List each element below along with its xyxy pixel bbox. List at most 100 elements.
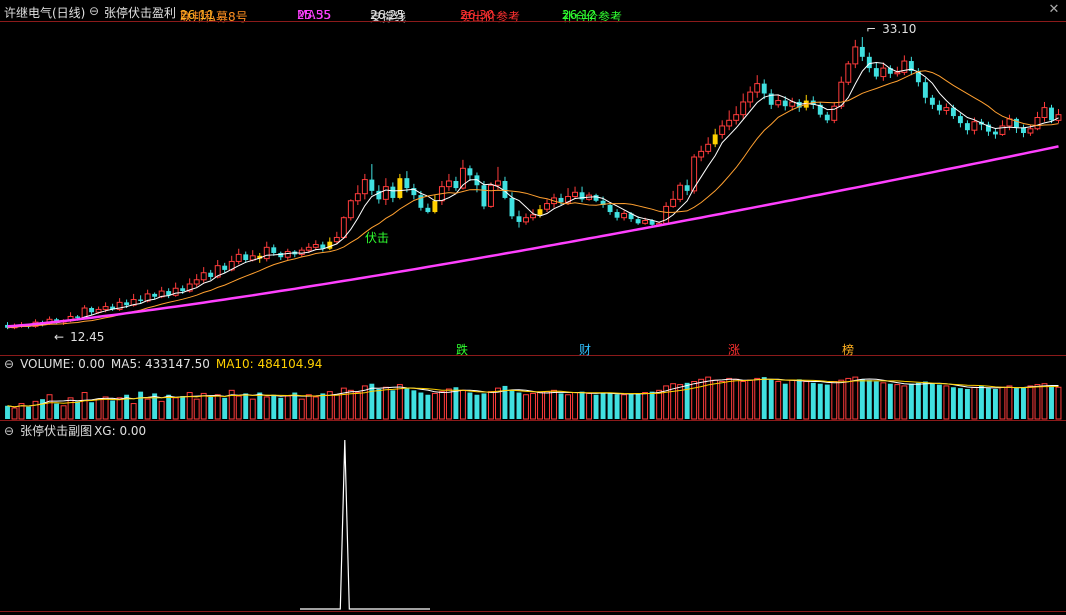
- candle-body: [719, 125, 726, 135]
- volume-bar: [235, 395, 242, 420]
- volume-bar: [642, 392, 649, 420]
- volume-bar: [488, 391, 494, 420]
- volume-bar: [130, 403, 137, 420]
- candle-body: [992, 131, 998, 135]
- volume-bar: [684, 382, 690, 419]
- volume-bar: [67, 397, 74, 420]
- candle-body: [971, 121, 978, 131]
- volume-bar: [200, 392, 207, 420]
- candle-body: [943, 107, 950, 111]
- candle-body: [929, 97, 935, 105]
- candle-body: [635, 219, 641, 224]
- candle-body: [866, 56, 872, 69]
- volume-bar: [158, 400, 165, 420]
- signal-label: 伏击: [365, 229, 395, 246]
- volume-bar: [635, 393, 641, 419]
- candle-body: [284, 251, 291, 258]
- volume-bar: [782, 383, 788, 419]
- candle-body: [733, 114, 740, 121]
- candle-body: [75, 316, 81, 318]
- candle-body: [677, 184, 684, 200]
- volume-bar: [425, 394, 431, 419]
- volume-bar: [312, 396, 319, 420]
- volume-bar: [382, 386, 389, 420]
- volume-bar: [887, 383, 893, 419]
- volume-icon[interactable]: ⊖: [4, 357, 14, 371]
- volume-bar: [172, 397, 179, 420]
- volume-bar: [789, 379, 796, 420]
- volume-bar: [950, 387, 956, 419]
- volume-bar: [116, 397, 123, 420]
- volume-bar: [607, 393, 613, 419]
- volume-bar: [761, 377, 767, 419]
- candle-body: [340, 217, 347, 238]
- candle-body: [621, 212, 628, 219]
- volume-bar: [40, 399, 45, 419]
- volume-bar: [831, 381, 838, 420]
- volume-bar: [509, 390, 515, 419]
- volume-bar: [431, 392, 438, 420]
- chart-area[interactable]: [0, 0, 1066, 615]
- candle-body: [263, 246, 270, 260]
- sub-icon[interactable]: ⊖: [4, 424, 14, 438]
- volume-bar: [418, 392, 424, 419]
- volume-bar: [459, 389, 466, 420]
- volume-bar: [60, 405, 67, 420]
- volume-bar: [810, 382, 816, 419]
- volume-bar: [754, 377, 761, 420]
- candle-body: [1034, 116, 1041, 130]
- candle-body: [124, 302, 130, 306]
- sub-xg: XG: 0.00: [94, 424, 147, 438]
- candle-body: [614, 212, 620, 218]
- candle-body: [361, 179, 368, 195]
- candle-body: [488, 184, 494, 207]
- volume-bar: [278, 397, 284, 419]
- signal-text: 伏击: [365, 231, 390, 245]
- ma-lines-group: [7, 61, 1059, 329]
- volume-bar: [838, 379, 845, 420]
- volume-bar: [600, 392, 606, 419]
- volume-bar: [768, 379, 774, 419]
- volume-bar: [89, 402, 95, 419]
- volume-bar: [852, 376, 859, 420]
- candle-body: [347, 200, 354, 219]
- volume-bar: [138, 391, 144, 419]
- volume-bar: [1014, 388, 1019, 419]
- volume-bar: [298, 398, 305, 420]
- candles-group: [5, 37, 1062, 330]
- volume-bar: [964, 389, 970, 419]
- volume-bar: [558, 393, 564, 419]
- volume-bar: [544, 391, 550, 420]
- volume-bar: [110, 400, 116, 419]
- volume-bar: [1034, 384, 1041, 420]
- volume-bar: [859, 379, 865, 419]
- volume-bar: [271, 394, 277, 419]
- candle-body: [390, 186, 396, 198]
- candle-body: [397, 178, 403, 198]
- volume-bar: [796, 379, 802, 419]
- volume-bar: [537, 392, 543, 420]
- volume-bar: [305, 394, 312, 420]
- volume-bar: [284, 395, 291, 420]
- volume-bar: [445, 388, 452, 420]
- candle-body: [1041, 107, 1048, 118]
- volume-bar: [249, 398, 256, 420]
- candle-body: [747, 91, 754, 103]
- candle-body: [89, 308, 95, 313]
- volume-bar: [929, 383, 935, 419]
- volume-bar: [404, 388, 410, 419]
- volume-bar: [656, 389, 663, 420]
- volume-bar: [208, 396, 214, 419]
- candle-body: [957, 116, 963, 124]
- candle-body: [880, 67, 887, 78]
- volume-bar: [530, 392, 536, 420]
- candle-body: [445, 180, 452, 188]
- volume-bar: [614, 394, 620, 419]
- candle-body: [481, 185, 487, 207]
- volume-bar: [438, 391, 445, 420]
- volume-bar: [957, 388, 963, 419]
- main-panel-bottom-divider: [0, 355, 1066, 356]
- candle-body: [824, 114, 830, 121]
- volume-bar: [740, 381, 747, 420]
- candle-body: [382, 186, 389, 200]
